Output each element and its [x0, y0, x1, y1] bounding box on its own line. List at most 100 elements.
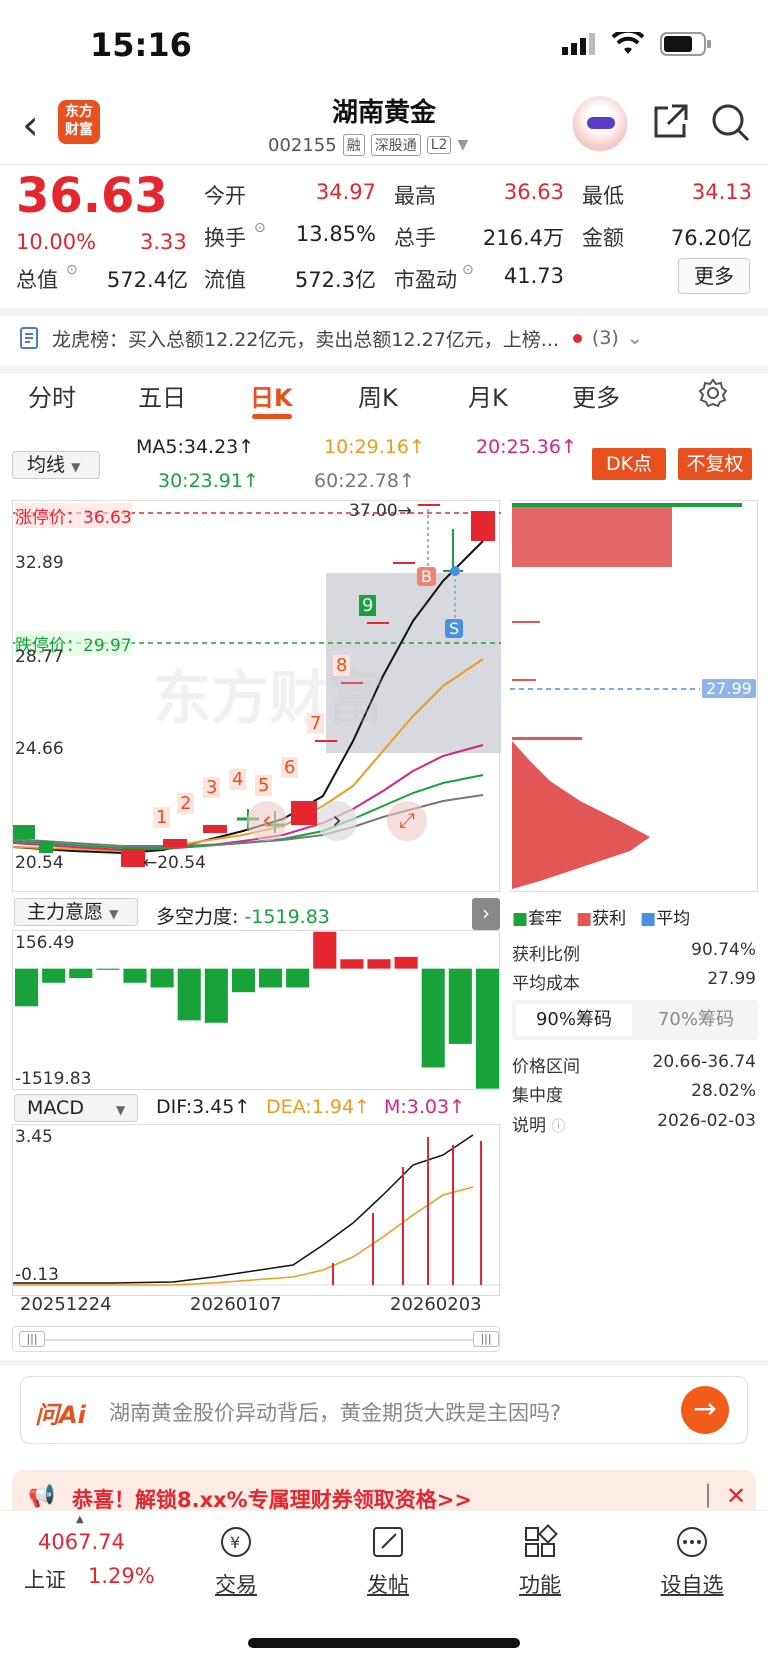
nav-trade[interactable]: ¥ 交易	[186, 1524, 286, 1599]
label-turnover: 换手	[204, 226, 246, 250]
nav-functions[interactable]: 功能	[490, 1524, 590, 1599]
label-open: 今开	[204, 184, 246, 208]
signal-label: 4	[229, 769, 247, 790]
strength-label: 多空力度: -1519.83	[156, 906, 330, 928]
tab-intraday[interactable]: 分时	[28, 378, 76, 413]
main-force-bar	[448, 968, 472, 1044]
close-icon[interactable]: ✕	[726, 1482, 746, 1510]
main-force-bar	[231, 968, 255, 993]
tab-five-day[interactable]: 五日	[138, 378, 186, 413]
change-pct: 10.00%	[16, 230, 97, 254]
ai-question-box[interactable]: 问Ai 湖南黄金股价异动背后，黄金期货大跌是主因吗? →	[20, 1376, 748, 1444]
chevron-left-icon[interactable]: ‹	[247, 801, 287, 841]
main-force-chart: 156.49 -1519.83	[12, 930, 500, 1090]
m-value: M:3.03↑	[384, 1096, 466, 1118]
wifi-icon	[612, 32, 644, 54]
date-label: 20260107	[190, 1294, 282, 1315]
value-float-cap: 572.3亿	[294, 268, 376, 292]
avg-cost-tag: 27.99	[702, 679, 756, 698]
home-indicator	[248, 1638, 520, 1648]
signal-label: 2	[177, 793, 195, 814]
nav-add-watchlist[interactable]: 设自选	[642, 1524, 742, 1599]
tab-weekly-k[interactable]: 周K	[358, 378, 398, 413]
y-label: 32.89	[15, 553, 64, 573]
search-icon[interactable]	[710, 102, 752, 148]
y-label: 24.66	[15, 739, 64, 759]
value-turnover: 13.85%	[295, 222, 376, 246]
ai-robot-icon[interactable]	[572, 96, 628, 152]
ma60-value: 60:22.78↑	[314, 470, 415, 492]
note-row[interactable]: 说明 ⓘ 2026-02-03	[512, 1111, 756, 1136]
dragon-tiger-row[interactable]: 龙虎榜：买入总额12.22亿元，卖出总额12.27亿元，上榜... (3) ⌄	[0, 315, 768, 361]
chevron-down-icon[interactable]: ▼	[457, 137, 468, 153]
low-marker: ←20.54	[143, 853, 206, 873]
tab-daily-k[interactable]: 日K	[250, 378, 293, 413]
main-force-bar	[123, 968, 147, 983]
limit-up-label: 涨停价：36.63	[15, 503, 132, 528]
signal-label: 6	[281, 757, 299, 778]
info-icon: ⓘ	[551, 1119, 566, 1135]
sell-marker: S	[445, 619, 464, 638]
macd-select[interactable]: MACD ▼	[14, 1094, 138, 1122]
battery-icon	[660, 32, 711, 56]
edit-icon	[373, 1527, 403, 1557]
main-force-bar	[367, 959, 391, 969]
more-dots-icon	[677, 1527, 707, 1557]
avg-cost-row: 平均成本 27.99	[512, 969, 756, 994]
index-value[interactable]: 4067.74	[38, 1530, 125, 1554]
value-total-cap: 572.4亿	[106, 268, 188, 292]
status-icons	[562, 32, 712, 56]
main-force-bar	[15, 968, 39, 1007]
share-icon[interactable]	[650, 102, 690, 146]
value-low: 34.13	[691, 180, 752, 204]
info-icon[interactable]: ⊙	[254, 220, 266, 236]
kline-chart[interactable]: 东方财富 涨停价：36.63 跌停价：29.97 32.89 28.77 24.…	[12, 500, 501, 892]
range-handle-left[interactable]: |||	[19, 1331, 45, 1347]
chevron-right-icon[interactable]: ›	[472, 898, 500, 930]
arrow-right-icon[interactable]: →	[681, 1386, 729, 1434]
legend-avg: ■平均	[640, 909, 691, 929]
y-label: 28.77	[15, 647, 64, 667]
ma5-value: MA5:34.23↑	[136, 436, 255, 458]
info-icon[interactable]: ⊙	[462, 262, 474, 278]
label-low: 最低	[582, 184, 624, 208]
tab-more[interactable]: 更多	[572, 378, 620, 413]
chevron-down-icon: ⌄	[626, 327, 643, 349]
ma30-value: 30:23.91↑	[158, 470, 259, 492]
adjust-button[interactable]: 不复权	[678, 448, 752, 480]
macd-svg	[13, 1134, 501, 1286]
label-amount: 金额	[582, 226, 624, 250]
concentration-row: 集中度 28.02%	[512, 1081, 756, 1106]
main-force-bar	[204, 968, 228, 1023]
index-name[interactable]: 上证	[24, 1564, 66, 1594]
expand-icon[interactable]: ⤢	[387, 801, 427, 841]
last-price: 36.63	[16, 168, 168, 224]
value-high: 36.63	[503, 180, 564, 204]
label-volume: 总手	[394, 226, 436, 250]
buy-marker: B	[417, 567, 436, 586]
megaphone-icon: 📢	[28, 1484, 56, 1509]
main-force-bar	[421, 968, 445, 1068]
main-force-svg	[15, 931, 499, 1089]
trade-icon: ¥	[221, 1527, 251, 1557]
range-handle-right[interactable]: |||	[473, 1331, 499, 1347]
toggle-90[interactable]: 90%筹码	[516, 1004, 632, 1036]
more-button[interactable]: 更多	[678, 258, 750, 294]
toggle-70[interactable]: 70%筹码	[638, 1004, 754, 1036]
nav-post[interactable]: 发帖	[338, 1524, 438, 1599]
dk-point-button[interactable]: DK点	[592, 448, 666, 480]
document-icon	[20, 327, 38, 349]
date-label: 20251224	[20, 1294, 112, 1315]
signal-icon	[562, 33, 595, 55]
ma-select[interactable]: 均线 ▼	[12, 451, 100, 479]
range-slider[interactable]: ||| |||	[12, 1326, 500, 1352]
settings-gear-icon[interactable]	[698, 378, 728, 408]
index-pct[interactable]: 1.29%	[88, 1564, 155, 1588]
chip-toggle[interactable]: 90%筹码 70%筹码	[512, 1000, 758, 1040]
chip-distribution[interactable]: 27.99	[510, 500, 758, 892]
tab-monthly-k[interactable]: 月K	[468, 378, 508, 413]
info-icon[interactable]: ⊙	[66, 262, 78, 278]
min-label: -1519.83	[15, 1069, 92, 1089]
indicator-select[interactable]: 主力意愿 ▼	[14, 898, 138, 926]
chevron-right-icon[interactable]: ›	[317, 801, 357, 841]
